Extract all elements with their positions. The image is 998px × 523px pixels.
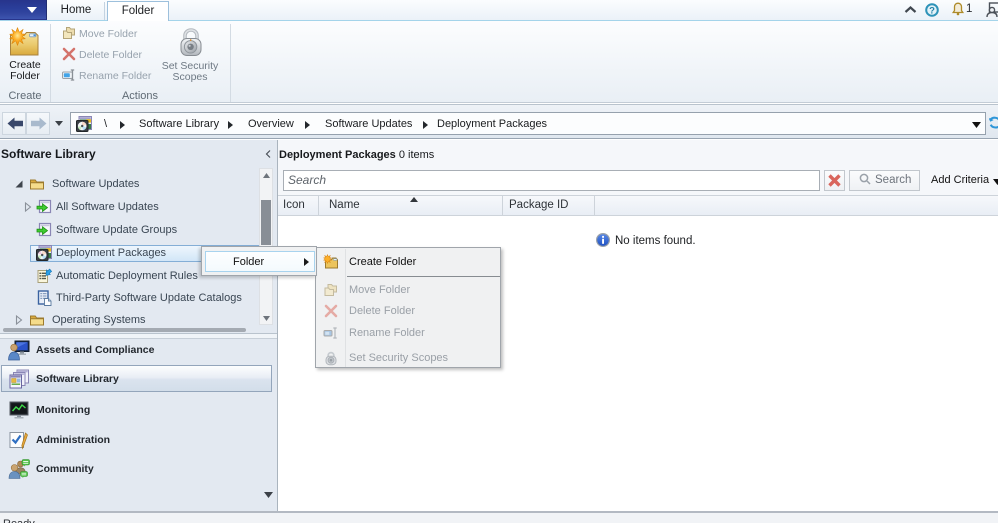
svg-text:?: ? — [929, 6, 935, 17]
